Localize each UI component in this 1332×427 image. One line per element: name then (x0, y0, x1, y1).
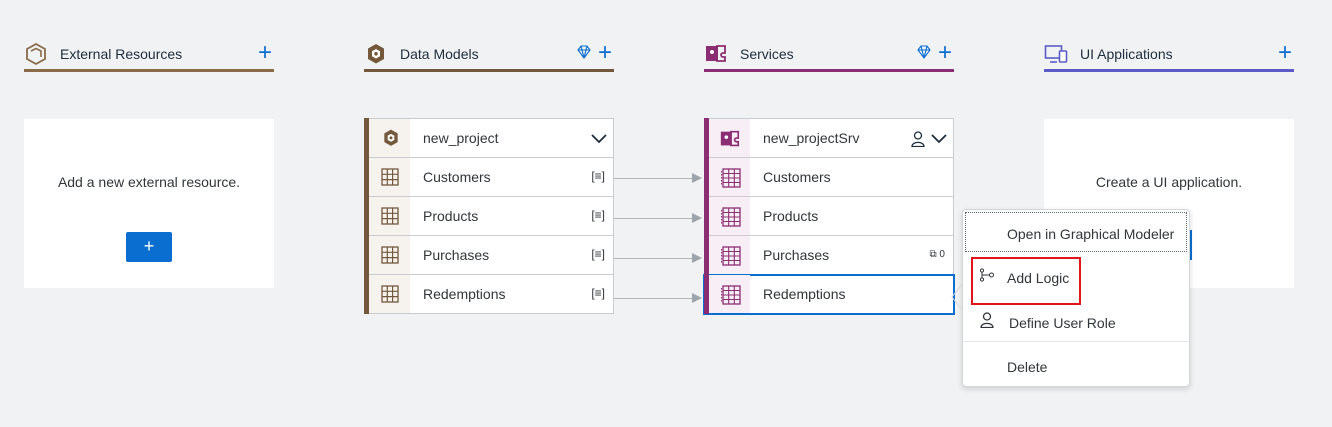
service-header-row[interactable]: new_projectSrv (704, 118, 954, 158)
chevron-down-icon[interactable] (931, 134, 947, 144)
entity-name: Redemptions (423, 286, 506, 302)
table-row[interactable]: Products [≡] (364, 196, 614, 236)
menu-item-label: Delete (1007, 359, 1048, 375)
add-external-resource-icon[interactable]: + (258, 41, 272, 65)
service-name: new_projectSrv (763, 130, 860, 146)
menu-item-label: Define User Role (1009, 315, 1116, 331)
row-icon-cell (369, 275, 410, 313)
table-row-selected[interactable]: Redemptions (703, 274, 955, 315)
entity-list-icon[interactable]: [≡] (591, 247, 605, 261)
table-grid-icon (721, 168, 741, 188)
entity-name: Customers (763, 169, 831, 185)
create-ui-application-button[interactable] (1190, 230, 1192, 260)
add-data-model-icon[interactable]: + (598, 41, 612, 65)
menu-separator (963, 341, 1189, 342)
table-grid-icon (381, 207, 399, 225)
chevron-down-icon[interactable] (591, 134, 607, 144)
person-icon[interactable] (911, 131, 925, 147)
data-model-cube-icon (368, 44, 384, 64)
table-grid-icon (381, 246, 399, 264)
table-grid-icon (721, 285, 741, 305)
menu-item-label: Add Logic (1007, 270, 1070, 286)
menu-item-label: Open in Graphical Modeler (1007, 226, 1175, 242)
column-underline (364, 69, 614, 72)
row-icon-cell (369, 158, 410, 196)
empty-message: Create a UI application. (1095, 174, 1243, 190)
person-icon (980, 312, 994, 328)
entity-list-icon[interactable]: [≡] (591, 169, 605, 183)
context-menu: Open in Graphical Modeler Add Logic Defi… (962, 209, 1190, 387)
diamond-icon[interactable] (916, 45, 932, 59)
data-model-header-row[interactable]: new_project (364, 118, 614, 158)
ui-applications-header: UI Applications + (1044, 40, 1294, 72)
add-ui-application-icon[interactable]: + (1278, 41, 1292, 65)
row-icon-cell (709, 158, 750, 196)
connector-arrowhead (692, 213, 702, 223)
row-icon-cell (709, 197, 750, 235)
table-row[interactable]: Customers [≡] (364, 157, 614, 197)
service-puzzle-icon (720, 130, 740, 147)
entity-list-icon[interactable]: [≡] (591, 208, 605, 222)
table-row[interactable]: Purchases ⧉ 0 (704, 235, 954, 275)
table-row[interactable]: Redemptions [≡] (364, 274, 614, 314)
entity-name: Customers (423, 169, 491, 185)
table-grid-icon (381, 285, 399, 303)
row-icon-cell (709, 119, 750, 157)
data-model-name: new_project (423, 130, 499, 146)
table-grid-icon (721, 207, 741, 227)
data-models-header: Data Models + (364, 40, 614, 72)
connector-line (614, 298, 694, 299)
diamond-icon[interactable] (576, 45, 592, 59)
entity-list-icon[interactable]: [≡] (591, 286, 605, 300)
table-grid-icon (381, 168, 399, 186)
table-row[interactable]: Purchases [≡] (364, 235, 614, 275)
service-puzzle-icon (706, 45, 726, 62)
menu-pointer (951, 283, 964, 312)
connector-arrowhead (692, 293, 702, 303)
logic-flow-icon[interactable]: ⧉ 0 (930, 249, 945, 260)
row-icon-cell (369, 197, 410, 235)
external-resources-header: External Resources + (24, 40, 274, 72)
monitor-device-icon (1044, 45, 1068, 63)
data-model-table: new_project Customers [≡] Products [≡] P… (364, 118, 614, 314)
entity-name: Redemptions (763, 286, 846, 302)
row-icon-cell (709, 236, 750, 274)
column-title-ui-applications: UI Applications (1080, 46, 1173, 62)
menu-item-open-graphical-modeler[interactable]: Open in Graphical Modeler (963, 212, 1189, 252)
entity-name: Purchases (423, 247, 490, 263)
row-icon-cell (369, 236, 410, 274)
table-grid-icon (721, 246, 741, 266)
empty-message: Add a new external resource. (57, 174, 241, 190)
connector-line (614, 178, 694, 179)
connector-line (614, 258, 694, 259)
column-underline (704, 69, 954, 72)
logic-flow-icon (979, 268, 994, 282)
column-title-services: Services (740, 46, 794, 62)
entity-name: Products (763, 208, 819, 224)
row-icon-cell (369, 119, 410, 157)
add-external-resource-button[interactable]: + (126, 232, 172, 262)
row-icon-cell (709, 275, 750, 313)
table-row[interactable]: Customers (704, 157, 954, 197)
column-title-data-models: Data Models (400, 46, 479, 62)
external-resources-card: Add a new external resource. + (24, 119, 274, 288)
data-model-cube-icon (384, 129, 398, 146)
connector-arrowhead (692, 173, 702, 183)
connector-line (614, 218, 694, 219)
menu-item-add-logic[interactable]: Add Logic (963, 257, 1189, 305)
connector-arrowhead (692, 253, 702, 263)
service-table: new_projectSrv Customers Products Purcha… (703, 118, 955, 315)
entity-name: Purchases (763, 247, 830, 263)
menu-item-define-user-role[interactable]: Define User Role (963, 308, 1189, 340)
add-service-icon[interactable]: + (938, 41, 952, 65)
services-header: Services + (704, 40, 954, 72)
entity-name: Products (423, 208, 479, 224)
menu-item-delete[interactable]: Delete (963, 344, 1189, 384)
cube-outline-icon (26, 42, 46, 66)
table-row[interactable]: Products (704, 196, 954, 236)
column-underline (24, 69, 274, 72)
column-underline (1044, 69, 1294, 72)
column-title-external: External Resources (60, 46, 183, 62)
